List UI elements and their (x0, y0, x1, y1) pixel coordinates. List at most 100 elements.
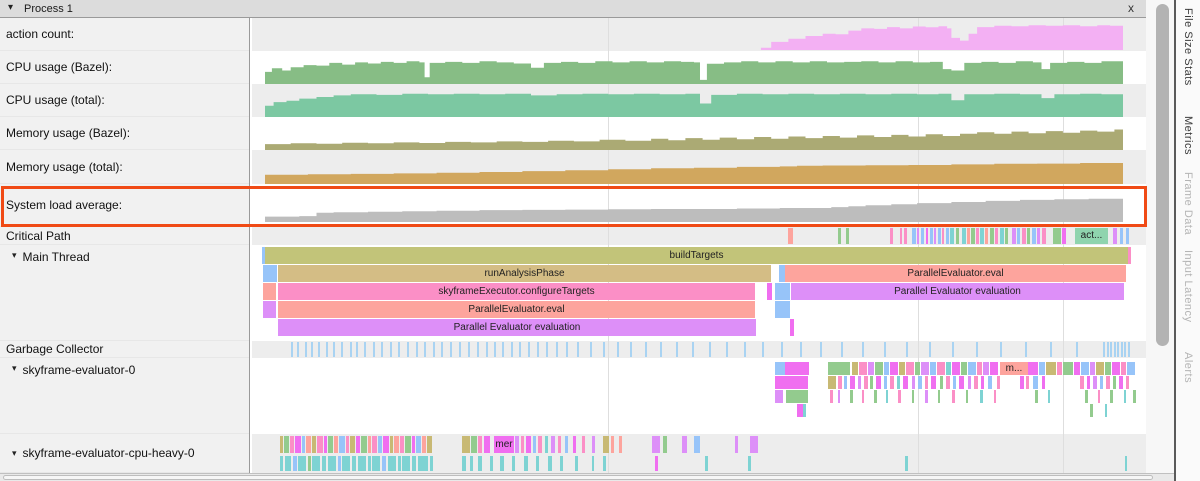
evaluator-slice[interactable] (828, 376, 836, 389)
evaluator-slice[interactable] (412, 456, 416, 471)
trace-tick[interactable] (934, 228, 936, 244)
evaluator-slice[interactable] (1119, 376, 1123, 389)
evaluator-slice[interactable] (524, 456, 528, 471)
evaluator-slice[interactable] (358, 456, 366, 471)
evaluator-slice[interactable] (838, 376, 842, 389)
evaluator-slice[interactable] (937, 362, 945, 375)
evaluator-slice[interactable] (298, 456, 306, 471)
evaluator-slice[interactable] (1090, 404, 1093, 417)
evaluator-slice[interactable] (478, 436, 482, 453)
evaluator-slice[interactable] (388, 456, 396, 471)
evaluator-slice[interactable] (490, 456, 493, 471)
gc-tick[interactable] (486, 342, 488, 357)
evaluator-slice[interactable] (830, 390, 833, 403)
evaluator-slice[interactable] (416, 436, 421, 453)
evaluator-slice[interactable] (786, 390, 808, 403)
gc-tick[interactable] (537, 342, 539, 357)
gc-tick[interactable] (350, 342, 352, 357)
evaluator-slice[interactable] (925, 376, 928, 389)
evaluator-slice[interactable] (394, 436, 399, 453)
thread-slice[interactable]: ParallelEvaluator.eval (278, 301, 755, 318)
thread-slice-fragment[interactable] (263, 301, 276, 318)
evaluator-slice[interactable] (592, 436, 595, 453)
gc-tick[interactable] (341, 342, 343, 357)
gc-tick[interactable] (424, 342, 426, 357)
trace-tick[interactable] (950, 228, 954, 244)
trace-tick[interactable] (1062, 228, 1066, 244)
gc-tick[interactable] (862, 342, 864, 357)
gc-tick[interactable] (398, 342, 400, 357)
evaluator-slice[interactable] (372, 456, 380, 471)
evaluator-slice[interactable] (898, 390, 901, 403)
evaluator-slice[interactable] (838, 390, 840, 403)
evaluator-slice[interactable] (968, 376, 971, 389)
evaluator-slice[interactable] (828, 362, 850, 375)
trace-tick[interactable] (1120, 228, 1123, 244)
trace-tick[interactable] (912, 228, 916, 244)
evaluator-slice[interactable] (350, 436, 355, 453)
evaluator-slice[interactable] (1133, 390, 1136, 403)
gc-tick[interactable] (494, 342, 496, 357)
evaluator-slice[interactable] (968, 362, 976, 375)
evaluator-slice[interactable] (890, 362, 898, 375)
gc-tick[interactable] (1050, 342, 1052, 357)
gc-tick[interactable] (566, 342, 568, 357)
evaluator-slice[interactable] (526, 436, 531, 453)
evaluator-slice[interactable] (398, 456, 401, 471)
evaluator-slice[interactable] (930, 362, 936, 375)
trace-tick[interactable] (1005, 228, 1008, 244)
evaluator-slice[interactable] (1033, 376, 1038, 389)
evaluator-slice[interactable] (418, 456, 428, 471)
evaluator-slice[interactable] (284, 436, 289, 453)
sidebar-tab-input-latency[interactable]: Input Latency (1182, 250, 1194, 323)
trace-tick[interactable] (995, 228, 998, 244)
evaluator-slice[interactable] (1121, 362, 1126, 375)
thread-slice-fragment[interactable] (263, 265, 277, 282)
evaluator-slice[interactable] (280, 436, 283, 453)
evaluator-slice[interactable] (1046, 362, 1056, 375)
trace-tick[interactable] (990, 228, 994, 244)
trace-tick[interactable] (946, 228, 949, 244)
close-icon[interactable]: x (1128, 1, 1134, 15)
thread-slice[interactable]: runAnalysisPhase (278, 265, 771, 282)
sidebar-tab-frame-data[interactable]: Frame Data (1182, 172, 1194, 235)
gc-tick[interactable] (1076, 342, 1078, 357)
evaluator-slice[interactable] (748, 456, 751, 471)
evaluator-slice[interactable] (994, 390, 996, 403)
trace-tick[interactable] (971, 228, 975, 244)
evaluator-slice[interactable] (1112, 362, 1120, 375)
sidebar-tab-file-size-stats[interactable]: File Size Stats (1182, 8, 1194, 86)
evaluator-slice[interactable] (1110, 390, 1113, 403)
evaluator-slice[interactable] (890, 376, 894, 389)
gc-tick[interactable] (390, 342, 392, 357)
gc-tick[interactable] (603, 342, 605, 357)
evaluator-slice[interactable] (430, 456, 433, 471)
evaluator-slice[interactable] (356, 436, 360, 453)
trace-tick[interactable] (788, 228, 793, 244)
trace-tick[interactable] (967, 228, 970, 244)
evaluator-slice[interactable] (536, 456, 539, 471)
gc-tick[interactable] (459, 342, 461, 357)
gc-tick[interactable] (297, 342, 299, 357)
evaluator-slice[interactable] (317, 436, 323, 453)
evaluator-slice[interactable] (938, 390, 940, 403)
counter-area-chart[interactable] (252, 184, 1146, 227)
gc-tick[interactable] (744, 342, 746, 357)
evaluator-slice[interactable] (859, 362, 867, 375)
gc-tick[interactable] (952, 342, 954, 357)
evaluator-slice[interactable] (775, 376, 808, 389)
trace-tick[interactable] (1037, 228, 1040, 244)
gc-tick[interactable] (291, 342, 293, 357)
evaluator-slice[interactable] (1100, 376, 1103, 389)
trace-tick[interactable] (942, 228, 944, 244)
evaluator-slice[interactable] (402, 456, 410, 471)
evaluator-slice[interactable] (565, 436, 568, 453)
evaluator-slice[interactable] (931, 376, 936, 389)
trace-tick[interactable] (1027, 228, 1030, 244)
counter-area-chart[interactable] (252, 18, 1146, 51)
evaluator-slice[interactable] (875, 362, 883, 375)
evaluator-slice[interactable] (852, 362, 858, 375)
evaluator-slice[interactable] (295, 436, 301, 453)
gc-tick[interactable] (577, 342, 579, 357)
trace-tick[interactable] (980, 228, 984, 244)
